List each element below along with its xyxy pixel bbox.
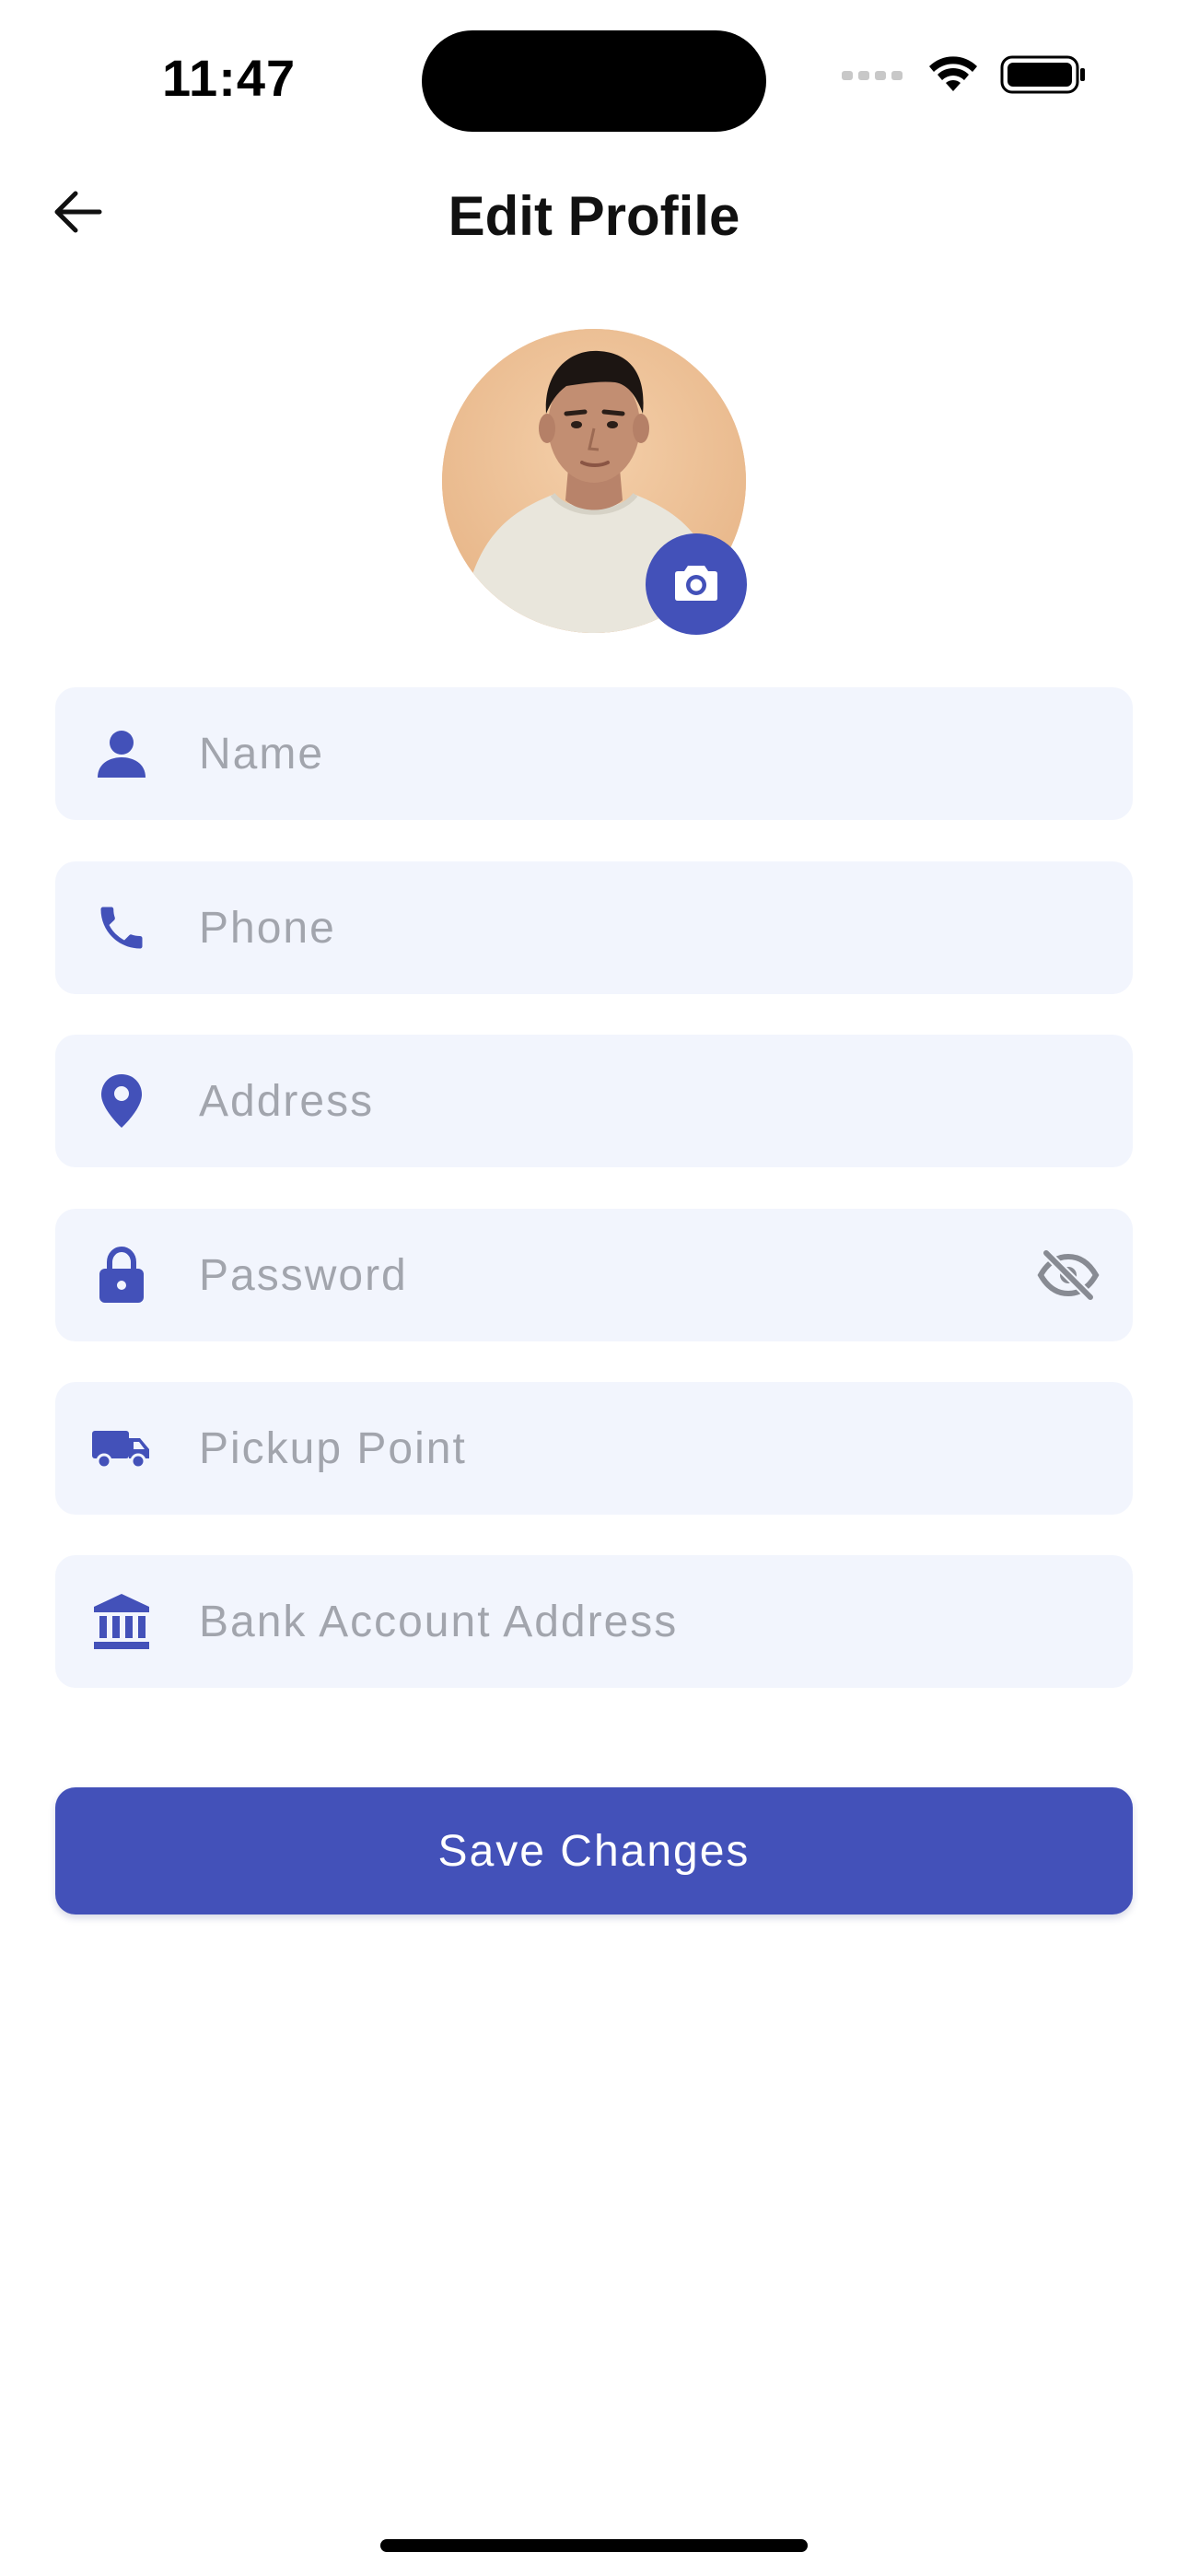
edit-profile-screen: 11:47 Edit Profile Name Phone Address Pi… xyxy=(0,0,1188,2576)
status-time: 11:47 xyxy=(162,49,297,107)
cellular-signal-icon xyxy=(842,67,906,87)
phone-field[interactable] xyxy=(55,861,1133,994)
change-photo-button[interactable] xyxy=(646,533,747,635)
pickup-point-input[interactable] xyxy=(199,1382,1046,1515)
dynamic-island xyxy=(422,30,766,132)
password-field[interactable] xyxy=(55,1209,1133,1341)
address-field[interactable] xyxy=(55,1035,1133,1167)
phone-icon xyxy=(90,896,153,959)
home-indicator[interactable] xyxy=(380,2539,808,2552)
lock-icon xyxy=(90,1244,153,1306)
location-pin-icon xyxy=(90,1070,153,1132)
name-field[interactable] xyxy=(55,687,1133,820)
phone-input[interactable] xyxy=(199,861,1046,994)
name-input[interactable] xyxy=(199,687,1046,820)
save-changes-button[interactable]: Save Changes xyxy=(55,1787,1133,1914)
bank-icon xyxy=(90,1590,153,1653)
pickup-point-field[interactable] xyxy=(55,1382,1133,1515)
address-input[interactable] xyxy=(199,1035,1046,1167)
wifi-icon xyxy=(926,54,980,100)
bank-account-field[interactable] xyxy=(55,1555,1133,1688)
password-input[interactable] xyxy=(199,1209,1046,1341)
person-icon xyxy=(90,722,153,785)
page-title: Edit Profile xyxy=(448,185,740,247)
battery-icon xyxy=(1000,54,1087,100)
eye-off-icon[interactable] xyxy=(1035,1242,1101,1308)
camera-icon xyxy=(673,562,719,607)
status-icons xyxy=(842,53,1087,100)
truck-icon xyxy=(90,1417,153,1480)
bank-account-input[interactable] xyxy=(199,1555,1046,1688)
